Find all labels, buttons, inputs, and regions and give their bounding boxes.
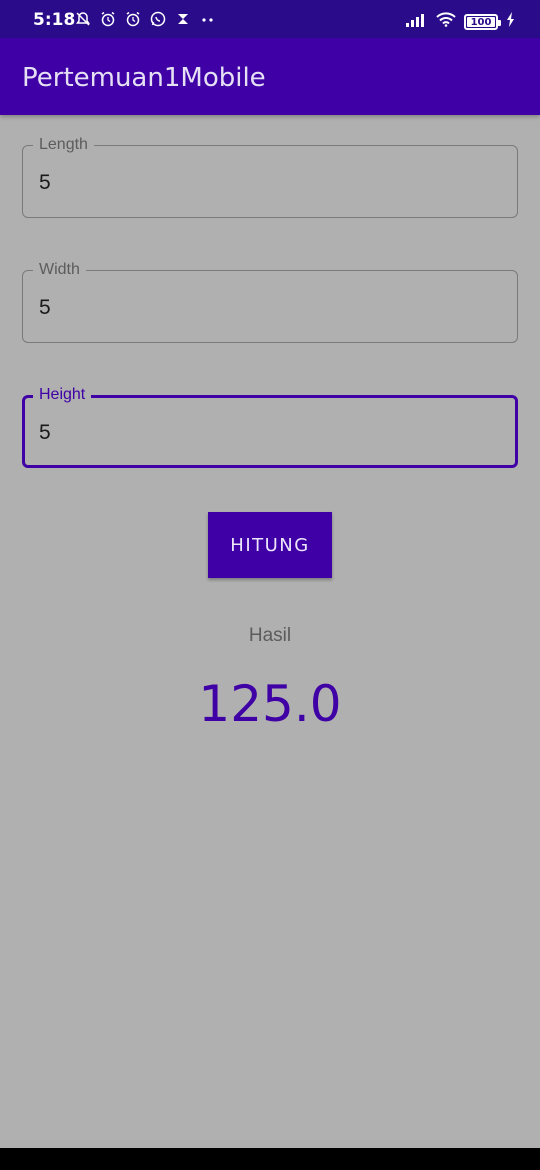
hitung-button[interactable]: HITUNG — [208, 512, 332, 578]
more-dots-icon — [200, 11, 216, 27]
alarm-icon — [100, 11, 116, 27]
app-title: Pertemuan1Mobile — [22, 63, 266, 93]
result-value: 125.0 — [198, 675, 342, 733]
battery-level: 100 — [470, 16, 492, 28]
app-icon — [175, 11, 191, 27]
alarm-icon — [125, 11, 141, 27]
app-bar: Pertemuan1Mobile — [0, 38, 540, 115]
length-field[interactable]: Length 5 — [22, 135, 518, 218]
whatsapp-icon — [150, 11, 166, 27]
result-label: Hasil — [248, 625, 292, 646]
charging-icon — [506, 12, 516, 32]
height-input[interactable]: 5 — [39, 421, 51, 445]
signal-icon — [406, 13, 428, 32]
screen: 5:18 100 Pertemuan1Mobile Length 5 Width… — [0, 0, 540, 1170]
wifi-icon — [436, 12, 456, 32]
width-input[interactable]: 5 — [39, 296, 51, 320]
length-label: Length — [33, 135, 94, 155]
length-input[interactable]: 5 — [39, 171, 51, 195]
height-label: Height — [33, 385, 92, 405]
notification-icons — [75, 11, 216, 27]
height-field[interactable]: Height 5 — [22, 385, 518, 468]
system-icons: 100 — [406, 12, 516, 32]
status-time: 5:18 — [33, 10, 76, 30]
width-label: Width — [33, 260, 86, 280]
battery-icon: 100 — [464, 14, 501, 30]
status-bar: 5:18 100 — [0, 0, 540, 38]
navigation-bar — [0, 1148, 540, 1170]
width-field[interactable]: Width 5 — [22, 260, 518, 343]
muted-bell-icon — [75, 11, 91, 27]
